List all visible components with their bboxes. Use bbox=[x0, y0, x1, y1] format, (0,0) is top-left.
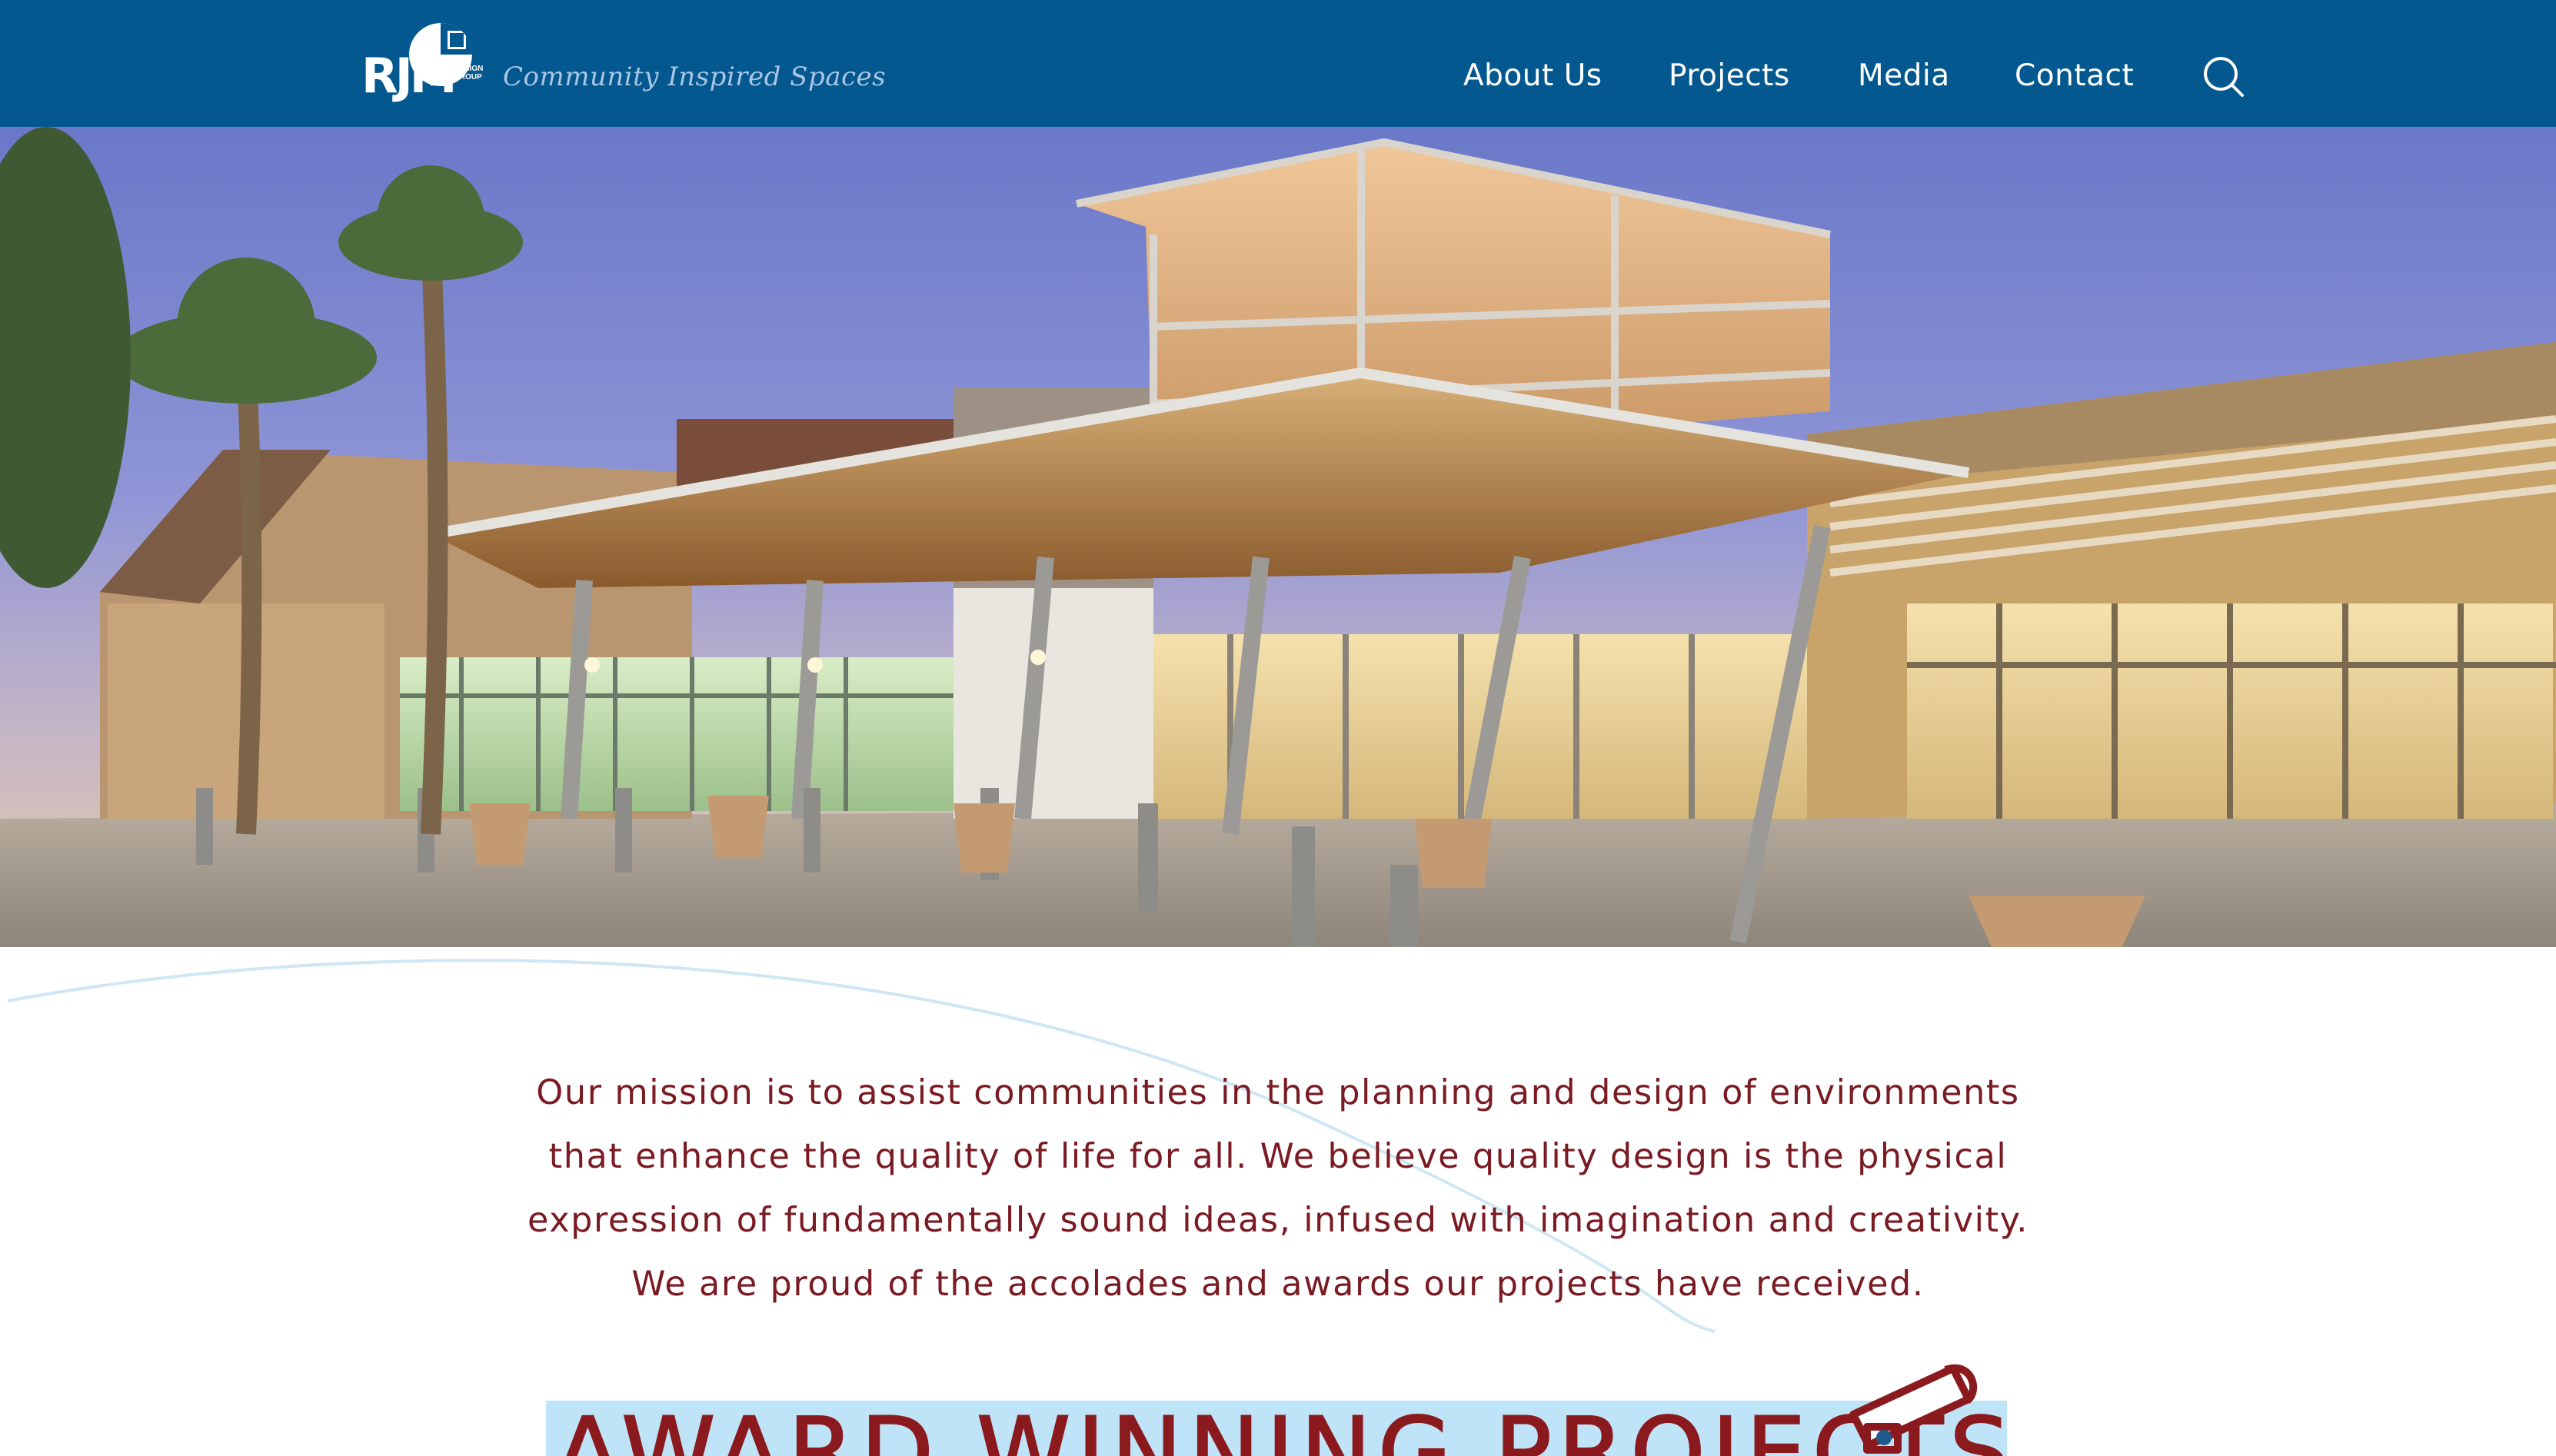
logo-text: RJM bbox=[361, 48, 457, 104]
hero-photo bbox=[0, 127, 2556, 947]
award-winning-projects-banner[interactable]: AWARD WINNING PROJECTS bbox=[546, 1353, 2007, 1456]
top-navigation-bar: RJM DESIGN GROUP Community Inspired Spac… bbox=[0, 0, 2556, 127]
mission-line: Our mission is to assist communities in … bbox=[536, 1073, 2020, 1112]
mission-line: that enhance the quality of life for all… bbox=[548, 1137, 2008, 1176]
site-tagline: Community Inspired Spaces bbox=[503, 61, 887, 92]
logo-subtext: DESIGN GROUP bbox=[454, 65, 484, 81]
search-icon bbox=[2204, 57, 2244, 97]
nav-media[interactable]: Media bbox=[1858, 58, 1950, 93]
mission-line: expression of fundamentally sound ideas,… bbox=[528, 1201, 2028, 1240]
nav-about-us[interactable]: About Us bbox=[1463, 58, 1602, 93]
award-banner-title: AWARD WINNING PROJECTS bbox=[554, 1398, 2007, 1456]
nav-projects[interactable]: Projects bbox=[1669, 58, 1790, 93]
search-button[interactable] bbox=[2201, 54, 2247, 100]
megaphone-icon bbox=[1849, 1364, 1978, 1454]
nav-contact[interactable]: Contact bbox=[2015, 58, 2134, 93]
mission-line: We are proud of the accolades and awards… bbox=[631, 1265, 1925, 1304]
mission-statement: Our mission is to assist communities in … bbox=[438, 1061, 2118, 1316]
rjm-logo[interactable]: RJM DESIGN GROUP bbox=[361, 20, 483, 111]
